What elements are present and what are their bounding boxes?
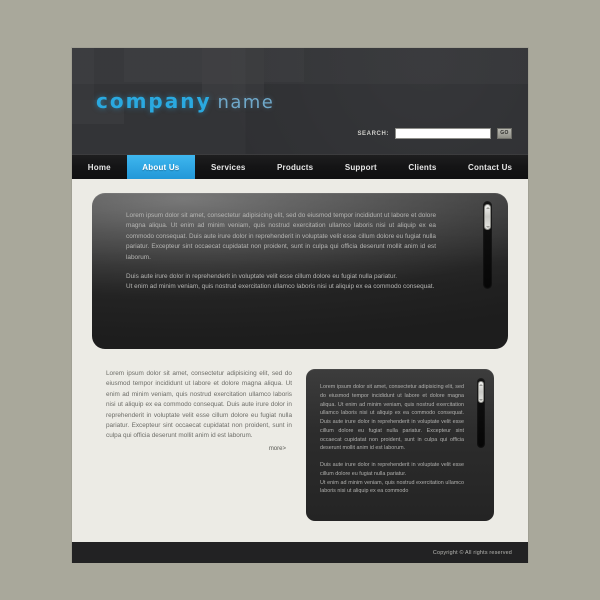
nav-item-about-us[interactable]: About Us — [126, 155, 196, 179]
hero-scrollbar[interactable] — [483, 201, 492, 289]
site-logo[interactable]: company name — [96, 91, 274, 112]
more-link[interactable]: more> — [106, 446, 292, 452]
arrow-down-icon — [485, 225, 490, 228]
hero-panel: Lorem ipsum dolor sit amet, consectetur … — [92, 193, 508, 349]
card-paragraph-2: Duis aute irure dolor in reprehenderit i… — [320, 462, 464, 477]
website-page: company name SEARCH: GO Home About Us Ser… — [72, 48, 528, 563]
site-header: company name SEARCH: GO — [72, 48, 528, 154]
left-text-column: Lorem ipsum dolor sit amet, consectetur … — [92, 369, 292, 521]
nav-item-home[interactable]: Home — [72, 155, 127, 179]
nav-item-services[interactable]: Services — [195, 155, 261, 179]
lower-section: Lorem ipsum dolor sit amet, consectetur … — [92, 369, 508, 521]
logo-secondary-text: name — [217, 92, 275, 113]
hero-paragraph-1: Lorem ipsum dolor sit amet, consectetur … — [126, 212, 436, 261]
hero-text-block: Lorem ipsum dolor sit amet, consectetur … — [126, 211, 436, 293]
nav-item-support[interactable]: Support — [329, 155, 393, 179]
card-scrollbar-thumb[interactable] — [478, 381, 484, 403]
left-column-text: Lorem ipsum dolor sit amet, consectetur … — [106, 370, 292, 440]
hero-paragraph-2: Duis aute irure dolor in reprehenderit i… — [126, 272, 398, 280]
card-paragraph-1: Lorem ipsum dolor sit amet, consectetur … — [320, 384, 464, 452]
arrow-up-icon — [485, 206, 490, 209]
arrow-up-icon — [479, 383, 483, 386]
search-area: SEARCH: GO — [357, 128, 512, 139]
logo-primary-text: company — [96, 89, 212, 113]
main-navigation: Home About Us Services Products Support … — [72, 154, 528, 179]
hero-paragraph-3: Ut enim ad minim veniam, quis nostrud ex… — [126, 283, 435, 291]
nav-item-clients[interactable]: Clients — [393, 155, 453, 179]
card-paragraph-3: Ut enim ad minim veniam, quis nostrud ex… — [320, 479, 464, 495]
search-input[interactable] — [395, 128, 491, 139]
hero-scrollbar-thumb[interactable] — [484, 204, 491, 230]
card-text-block: Lorem ipsum dolor sit amet, consectetur … — [320, 383, 464, 496]
page-body: Lorem ipsum dolor sit amet, consectetur … — [72, 179, 528, 542]
copyright-text: Copyright © All rights reserved — [432, 549, 512, 556]
nav-item-products[interactable]: Products — [261, 155, 329, 179]
search-label: SEARCH: — [357, 130, 389, 137]
arrow-down-icon — [479, 398, 483, 401]
nav-item-contact-us[interactable]: Contact Us — [452, 155, 528, 179]
search-go-button[interactable]: GO — [497, 128, 512, 139]
side-dark-card: Lorem ipsum dolor sit amet, consectetur … — [306, 369, 494, 521]
site-footer: Copyright © All rights reserved — [72, 542, 528, 563]
card-scrollbar[interactable] — [477, 378, 485, 448]
